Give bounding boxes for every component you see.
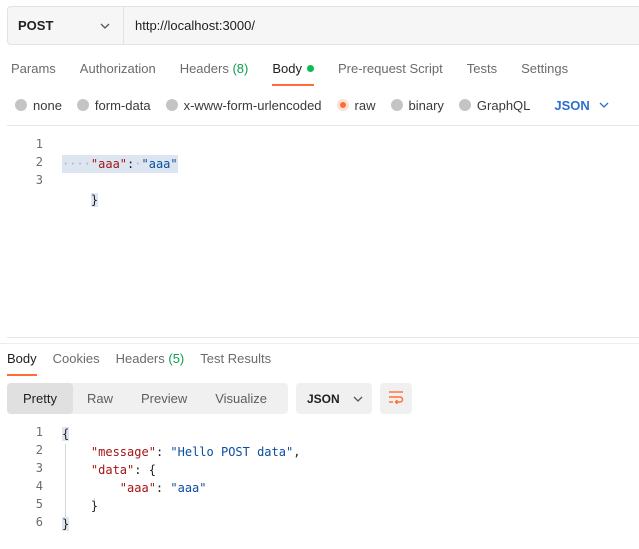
request-tabs: Params Authorization Headers (8) Body Pr…	[11, 58, 592, 86]
radio-none[interactable]: none	[15, 98, 62, 113]
radio-raw[interactable]: raw	[336, 98, 376, 113]
radio-graphql[interactable]: GraphQL	[458, 98, 530, 113]
line-number: 2	[35, 155, 43, 169]
json-value: "aaa"	[170, 481, 207, 495]
json-key: "aaa"	[90, 157, 128, 171]
request-bar: POST http://localhost:3000/	[7, 6, 639, 45]
line-number: 3	[35, 173, 43, 187]
response-format-select[interactable]: JSON	[296, 383, 372, 414]
view-preview-button[interactable]: Preview	[127, 383, 201, 414]
view-visualize-button[interactable]: Visualize	[201, 383, 281, 414]
tab-authorization[interactable]: Authorization	[80, 58, 156, 86]
tab-test-results[interactable]: Test Results	[200, 349, 271, 376]
code-line: }	[62, 515, 70, 533]
wrap-lines-icon	[388, 390, 404, 407]
tab-tests[interactable]: Tests	[467, 58, 497, 86]
method-label: POST	[18, 18, 54, 33]
wrap-lines-button[interactable]	[380, 383, 412, 414]
body-status-dot-icon	[306, 65, 314, 72]
tab-body[interactable]: Body	[272, 58, 314, 86]
tab-pre-request-script[interactable]: Pre-request Script	[338, 58, 443, 86]
tab-params[interactable]: Params	[11, 58, 56, 86]
headers-count: (8)	[232, 61, 249, 76]
close-brace: }	[90, 499, 99, 513]
chevron-down-icon	[99, 20, 111, 32]
body-type-options: none form-data x-www-form-urlencoded raw…	[15, 97, 610, 113]
tab-headers[interactable]: Headers (8)	[180, 58, 249, 86]
request-body-editor[interactable]: 1 2 3 { ····"aaa":·"aaa" }	[7, 125, 639, 338]
json-key: "message"	[90, 445, 156, 459]
code-line: }	[62, 173, 99, 207]
tab-response-headers[interactable]: Headers (5)	[116, 349, 185, 376]
response-tabs: Body Cookies Headers (5) Test Results	[7, 349, 287, 376]
radio-binary[interactable]: binary	[390, 98, 444, 113]
pane-divider[interactable]	[0, 343, 639, 344]
line-number: 2	[35, 443, 43, 457]
response-headers-count: (5)	[168, 351, 185, 366]
view-raw-button[interactable]: Raw	[73, 383, 127, 414]
line-number: 3	[35, 461, 43, 475]
view-pretty-button[interactable]: Pretty	[7, 383, 73, 414]
chevron-down-icon	[598, 99, 610, 111]
line-number: 1	[35, 137, 43, 151]
json-value: "aaa"	[141, 157, 178, 171]
radio-icon	[458, 99, 471, 111]
close-brace: }	[62, 517, 70, 531]
line-number: 4	[35, 479, 43, 493]
response-view-group: Pretty Raw Preview Visualize	[7, 383, 288, 414]
code-line: "data": {	[90, 463, 156, 477]
body-language-select[interactable]: JSON	[554, 98, 609, 113]
open-brace: {	[62, 427, 70, 441]
line-number: 1	[35, 425, 43, 439]
code-line: ····"aaa":·"aaa"	[62, 155, 178, 173]
tab-response-body[interactable]: Body	[7, 349, 37, 376]
radio-icon	[165, 99, 178, 111]
json-key: "data"	[90, 463, 135, 477]
url-input[interactable]: http://localhost:3000/	[124, 18, 255, 33]
response-body-viewer[interactable]: 1 2 3 4 5 6 { "message": "Hello POST dat…	[0, 420, 639, 540]
code-line: {	[62, 137, 113, 171]
radio-icon	[390, 99, 403, 111]
line-number: 6	[35, 515, 43, 529]
radio-checked-icon	[336, 99, 349, 111]
tab-cookies[interactable]: Cookies	[53, 349, 100, 376]
method-select[interactable]: POST	[8, 7, 124, 44]
json-value: "Hello POST data"	[170, 445, 294, 459]
radio-icon	[76, 99, 89, 111]
chevron-down-icon	[352, 393, 364, 405]
radio-icon	[15, 99, 27, 111]
line-number: 5	[35, 497, 43, 511]
code-line: {	[62, 425, 70, 443]
code-line: "aaa": "aaa"	[119, 481, 207, 495]
json-key: "aaa"	[119, 481, 156, 495]
tab-settings[interactable]: Settings	[521, 58, 568, 86]
code-line: }	[62, 497, 98, 515]
close-brace: }	[90, 193, 99, 207]
code-line: "message": "Hello POST data",	[90, 445, 301, 459]
radio-form-data[interactable]: form-data	[76, 98, 151, 113]
radio-x-www-form-urlencoded[interactable]: x-www-form-urlencoded	[165, 98, 322, 113]
